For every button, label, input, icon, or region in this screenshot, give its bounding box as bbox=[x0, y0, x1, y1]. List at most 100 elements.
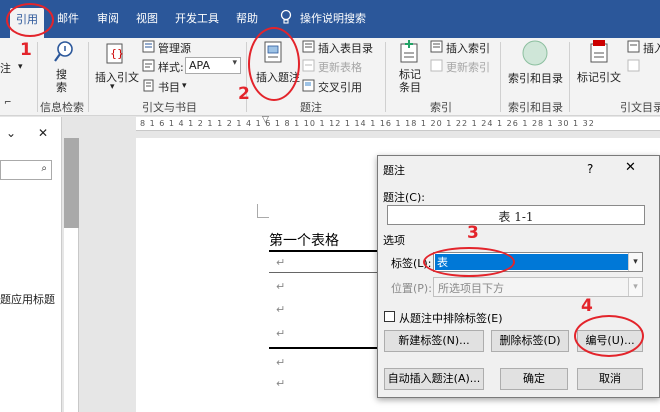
tab-review[interactable]: 审阅 bbox=[97, 10, 119, 26]
mark-citation-button[interactable]: 标记引文 bbox=[577, 69, 621, 85]
dialog-launcher-icon[interactable]: ⌐ bbox=[4, 98, 12, 108]
mark-citation-icon[interactable] bbox=[588, 40, 610, 66]
citation-style-select[interactable]: APA ▾ bbox=[185, 57, 241, 74]
table-bottom-border bbox=[269, 347, 379, 349]
insert-citation-button[interactable]: 插入引文 bbox=[95, 69, 139, 85]
mark-entry-icon[interactable] bbox=[398, 40, 420, 66]
navigation-search-input[interactable]: ⌕ bbox=[0, 160, 52, 180]
annotation-circle-tab bbox=[6, 3, 54, 37]
annotation-step-3: 3 bbox=[467, 223, 479, 243]
ruler-ticks: 8 1 6 1 4 1 2 1 1 2 1 4 1 6 1 8 1 10 1 1… bbox=[140, 119, 595, 128]
insert-authorities-button[interactable]: 插入 bbox=[643, 40, 660, 56]
group-label-captions: 题注 bbox=[300, 101, 322, 114]
dropdown-icon[interactable]: ▾ bbox=[182, 81, 187, 91]
table-of-figures-icon bbox=[302, 40, 315, 53]
bibliography-icon bbox=[143, 79, 154, 92]
chevron-down-icon[interactable]: ⌄ bbox=[6, 126, 16, 140]
paragraph-mark: ↵ bbox=[276, 327, 286, 340]
group-separator bbox=[37, 42, 38, 112]
paragraph-mark: ↵ bbox=[276, 303, 286, 316]
dropdown-icon[interactable]: ▾ bbox=[110, 82, 115, 92]
delete-label-button[interactable]: 删除标签(D) bbox=[491, 330, 569, 352]
position-select[interactable]: 所选项目下方 ▾ bbox=[433, 277, 643, 297]
update-table-button[interactable]: 更新表格 bbox=[318, 59, 362, 75]
exclude-label-checkbox[interactable] bbox=[384, 311, 395, 322]
vertical-ruler-margin bbox=[64, 138, 79, 228]
cross-reference-icon bbox=[302, 79, 315, 92]
annotation-circle-insert-caption bbox=[248, 27, 300, 101]
update-index-icon bbox=[430, 59, 443, 72]
style-label: 样式: bbox=[158, 61, 184, 74]
dialog-close-button[interactable]: ✕ bbox=[625, 160, 636, 175]
update-index-button[interactable]: 更新索引 bbox=[446, 59, 490, 75]
group-separator bbox=[500, 42, 501, 112]
annotation-circle-numbering bbox=[574, 315, 644, 357]
search-button[interactable]: 搜 索 bbox=[56, 68, 67, 94]
table-row-border bbox=[269, 272, 379, 273]
bibliography-button[interactable]: 书目 bbox=[158, 79, 180, 95]
dialog-title: 题注 bbox=[383, 164, 405, 177]
tab-view[interactable]: 视图 bbox=[136, 10, 158, 26]
margin-corner-mark bbox=[257, 204, 269, 218]
caption-input[interactable]: 表 1-1 bbox=[387, 205, 645, 225]
style-icon bbox=[142, 59, 155, 72]
tell-me-search[interactable]: 操作说明搜索 bbox=[300, 10, 366, 26]
horizontal-ruler: 8 1 6 1 4 1 2 1 1 2 1 4 1 6 1 8 1 10 1 1… bbox=[136, 117, 660, 131]
annotation-step-2: 2 bbox=[238, 84, 250, 104]
insert-authorities-icon bbox=[627, 40, 640, 53]
dropdown-icon: ▾ bbox=[18, 62, 23, 72]
group-separator bbox=[88, 42, 89, 112]
citation-style-value: APA bbox=[189, 59, 210, 72]
group-separator bbox=[569, 42, 570, 112]
autocaption-button[interactable]: 自动插入题注(A)... bbox=[384, 368, 484, 390]
caption-label: 题注(C): bbox=[383, 191, 425, 204]
update-authorities-icon bbox=[627, 59, 640, 72]
manage-sources-button[interactable]: 管理源 bbox=[158, 40, 191, 56]
insert-index-icon bbox=[430, 40, 443, 53]
tab-developer[interactable]: 开发工具 bbox=[175, 10, 219, 26]
annotation-circle-label bbox=[423, 247, 515, 277]
exclude-label-text: 从题注中排除标签(E) bbox=[399, 312, 503, 325]
group-label-insights: 信息检索 bbox=[40, 101, 84, 114]
search-icon: ⌕ bbox=[41, 163, 47, 174]
ok-button[interactable]: 确定 bbox=[500, 368, 568, 390]
chevron-down-icon: ▾ bbox=[232, 58, 237, 68]
update-table-icon bbox=[302, 59, 315, 72]
cross-reference-button[interactable]: 交叉引用 bbox=[318, 79, 362, 95]
paragraph-mark: ↵ bbox=[276, 280, 286, 293]
chevron-down-icon: ▾ bbox=[628, 253, 642, 271]
document-caption-text[interactable]: 第一个表格 bbox=[269, 230, 339, 250]
table-of-authorities-button[interactable]: 索引和目录 bbox=[508, 70, 563, 86]
group-label-authorities: 索引和目录 bbox=[508, 101, 563, 114]
group-label-index: 索引 bbox=[430, 101, 452, 114]
tab-help[interactable]: 帮助 bbox=[236, 10, 258, 26]
close-icon[interactable]: ✕ bbox=[38, 126, 48, 140]
indent-marker-icon[interactable]: ▽ bbox=[262, 115, 269, 125]
group-separator bbox=[385, 42, 386, 112]
cancel-button[interactable]: 取消 bbox=[577, 368, 643, 390]
insert-citation-icon[interactable]: {} bbox=[104, 42, 126, 66]
annotation-step-4: 4 bbox=[581, 296, 593, 316]
paragraph-mark: ↵ bbox=[276, 356, 286, 369]
svg-text:{}: {} bbox=[110, 47, 124, 60]
table-top-border bbox=[269, 250, 379, 252]
help-button[interactable]: ? bbox=[587, 162, 593, 176]
paragraph-mark: ↵ bbox=[276, 256, 286, 269]
paragraph-mark: ↵ bbox=[276, 377, 286, 390]
navigation-headings-hint: 题应用标题 bbox=[0, 293, 55, 306]
lightbulb-icon bbox=[280, 9, 292, 24]
new-label-button[interactable]: 新建标签(N)... bbox=[384, 330, 484, 352]
position-field-label: 位置(P): bbox=[391, 282, 432, 295]
options-group-label: 选项 bbox=[383, 234, 405, 247]
position-select-value: 所选项目下方 bbox=[438, 282, 504, 295]
insert-index-button[interactable]: 插入索引 bbox=[446, 40, 490, 56]
annotation-step-1: 1 bbox=[20, 40, 32, 60]
chevron-down-icon: ▾ bbox=[628, 278, 642, 296]
insert-table-of-figures-button[interactable]: 插入表目录 bbox=[318, 40, 373, 56]
ribbon-partial-text: 注 bbox=[0, 62, 11, 75]
smart-lookup-icon[interactable] bbox=[53, 40, 75, 64]
mark-entry-button[interactable]: 标记 条目 bbox=[399, 68, 421, 94]
group-label-citations: 引文与书目 bbox=[142, 101, 197, 114]
table-of-authorities-icon[interactable] bbox=[521, 39, 549, 67]
tab-mailings[interactable]: 邮件 bbox=[57, 10, 79, 26]
